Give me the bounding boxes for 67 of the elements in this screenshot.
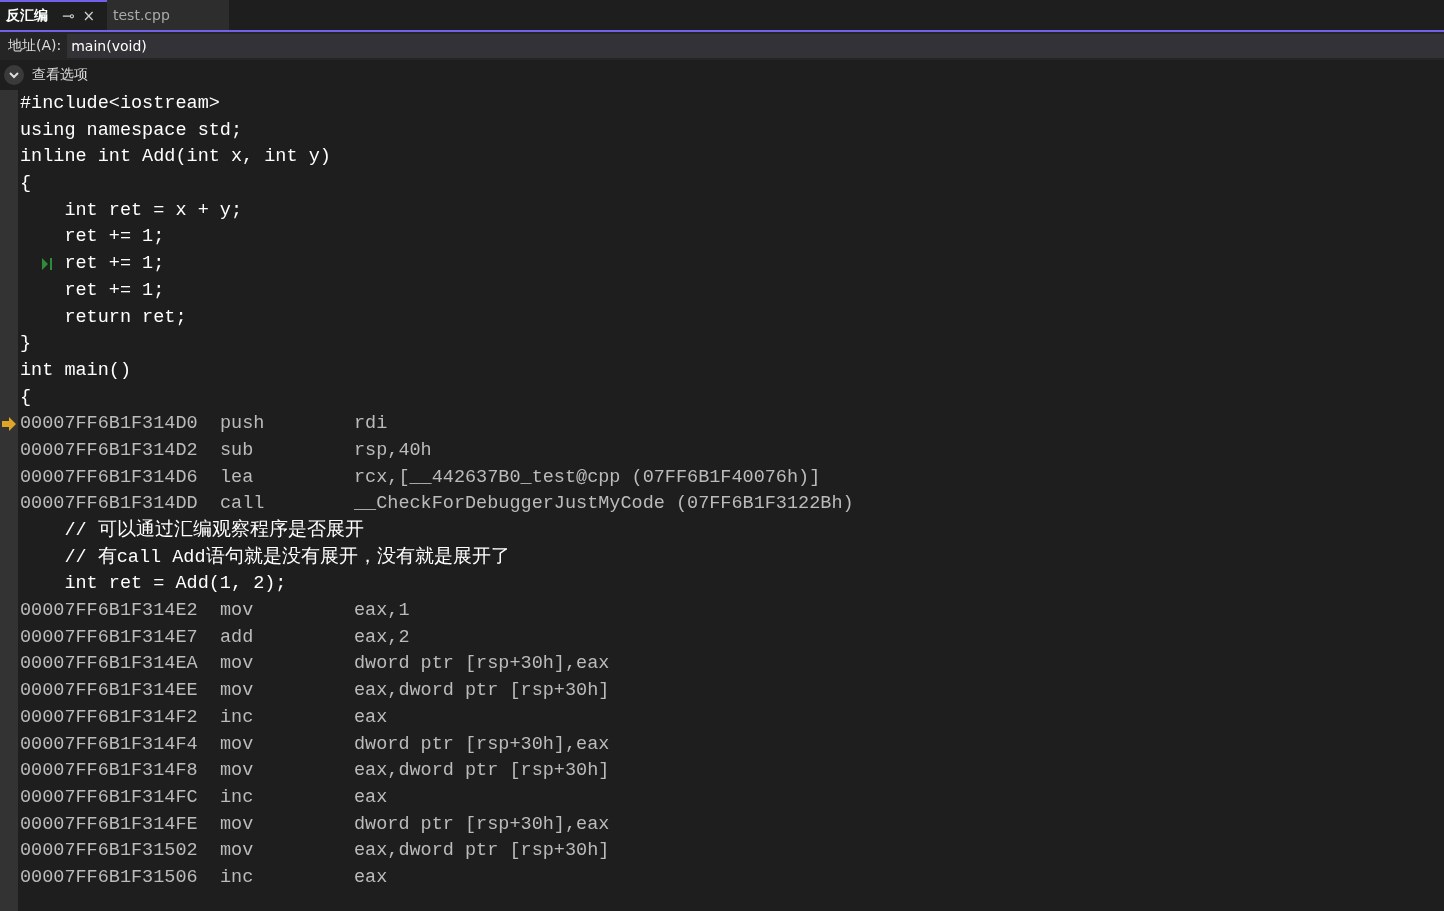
instruction-address: 00007FF6B1F314F8 (20, 759, 199, 784)
source-line: ret += 1; (63, 278, 165, 303)
source-line: { (20, 385, 32, 410)
instruction-operands: eax,2 (354, 625, 410, 650)
instruction-mnemonic: push (220, 412, 266, 437)
instruction-operands: rdi (354, 412, 388, 437)
instruction-mnemonic: sub (220, 438, 255, 463)
source-line: int ret = x + y; (63, 198, 243, 223)
instruction-address: 00007FF6B1F314D6 (20, 465, 199, 490)
source-line: int main() (20, 358, 132, 383)
address-field[interactable]: main(void) (67, 34, 1444, 58)
source-line: #include<iostream> (20, 92, 220, 116)
instruction-address: 00007FF6B1F31506 (20, 865, 199, 890)
instruction-address: 00007FF6B1F314EE (20, 679, 199, 704)
instruction-address: 00007FF6B1F314F2 (20, 705, 199, 730)
instruction-mnemonic: mov (220, 652, 255, 677)
source-line: ret += 1; (63, 225, 165, 250)
instruction-operands: dword ptr [rsp+30h],eax (354, 812, 610, 837)
instruction-operands: eax,dword ptr [rsp+30h] (354, 679, 610, 704)
instruction-mnemonic: mov (220, 759, 255, 784)
instruction-mnemonic: add (220, 625, 255, 650)
source-line: ret += 1; (63, 252, 165, 277)
instruction-address: 00007FF6B1F314E2 (20, 599, 199, 624)
source-line: // 有call Add语句就是没有展开，没有就是展开了 (63, 545, 510, 570)
instruction-address: 00007FF6B1F314DD (20, 492, 199, 517)
source-line: int ret = Add(1, 2); (63, 572, 287, 597)
pin-icon[interactable]: ⊸ (62, 7, 75, 25)
source-line: } (20, 332, 32, 357)
instruction-operands: eax,dword ptr [rsp+30h] (354, 759, 610, 784)
instruction-operands: __CheckForDebuggerJustMyCode (07FF6B1F3122Bh) (354, 492, 854, 517)
instruction-mnemonic: mov (220, 812, 255, 837)
instruction-mnemonic: mov (220, 839, 255, 864)
instruction-operands: eax (354, 705, 388, 730)
instruction-mnemonic: call (220, 492, 266, 517)
source-line: inline int Add(int x, int y) (20, 145, 331, 170)
instruction-address: 00007FF6B1F314F4 (20, 732, 199, 757)
address-label: 地址(A): (8, 37, 62, 55)
source-line: using namespace std; (20, 118, 243, 143)
instruction-mnemonic: mov (220, 732, 255, 757)
document-tab[interactable]: test.cpp (107, 0, 229, 30)
instruction-mnemonic: inc (220, 705, 255, 730)
instruction-mnemonic: mov (220, 679, 255, 704)
instruction-address: 00007FF6B1F314FC (20, 785, 199, 810)
instruction-address: 00007FF6B1F314E7 (20, 625, 199, 650)
instruction-address: 00007FF6B1F314EA (20, 652, 199, 677)
instruction-operands: dword ptr [rsp+30h],eax (354, 732, 610, 757)
instruction-mnemonic: lea (220, 465, 255, 490)
instruction-address: 00007FF6B1F314D2 (20, 438, 199, 463)
instruction-operands: eax,dword ptr [rsp+30h] (354, 839, 610, 864)
instruction-operands: eax (354, 865, 388, 890)
instruction-operands: eax,1 (354, 599, 410, 624)
instruction-operands: eax (354, 785, 388, 810)
instruction-mnemonic: inc (220, 785, 255, 810)
instruction-address: 00007FF6B1F31502 (20, 839, 199, 864)
instruction-address: 00007FF6B1F314D0 (20, 412, 199, 437)
instruction-mnemonic: mov (220, 599, 255, 624)
instruction-operands: dword ptr [rsp+30h],eax (354, 652, 610, 677)
instruction-mnemonic: inc (220, 865, 255, 890)
instruction-operands: rcx,[__442637B0_test@cpp (07FF6B1F40076h)] (354, 465, 821, 490)
close-icon[interactable]: × (82, 7, 96, 25)
source-line: { (20, 172, 32, 197)
source-line: return ret; (63, 305, 187, 330)
instruction-operands: rsp,40h (354, 438, 432, 463)
source-line: // 可以通过汇编观察程序是否展开 (63, 518, 364, 543)
chevron-icon[interactable] (4, 65, 24, 85)
view-options-label: 查看选项 (32, 66, 88, 84)
instruction-address: 00007FF6B1F314FE (20, 812, 199, 837)
